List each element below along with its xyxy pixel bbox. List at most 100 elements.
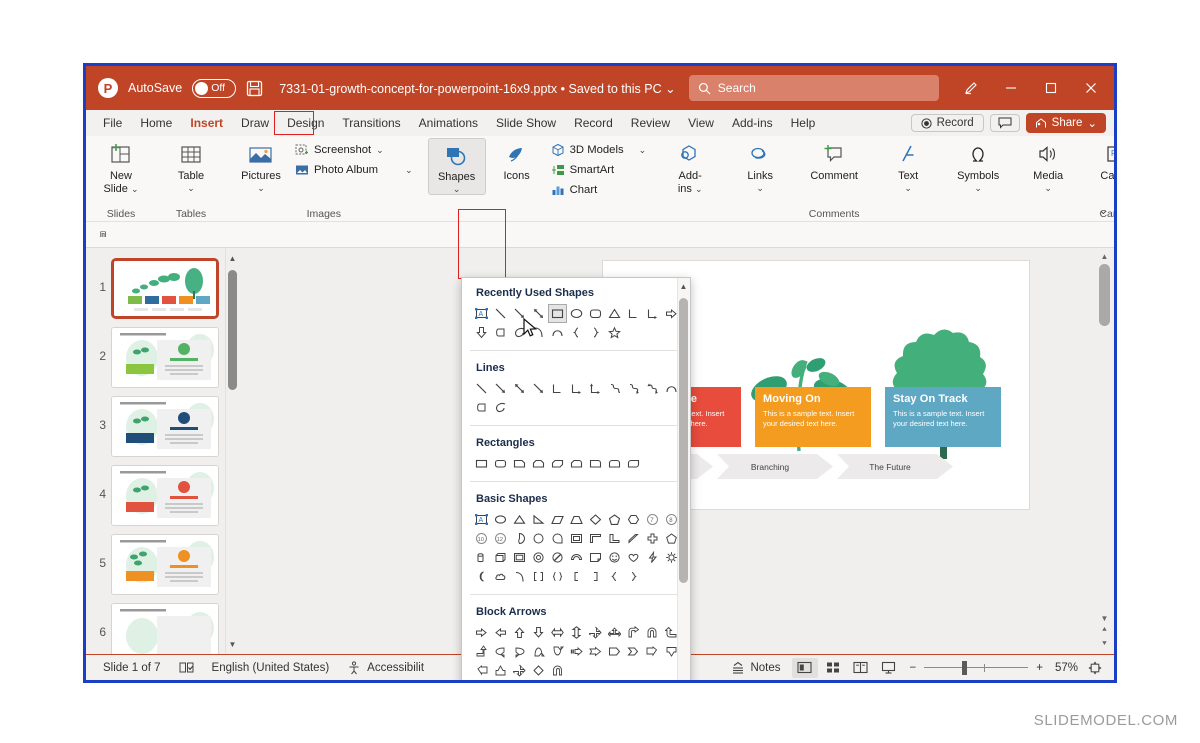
zoom-slider[interactable] (924, 661, 1028, 675)
shape-donut[interactable] (529, 548, 548, 567)
shape-right-brace[interactable] (624, 567, 643, 586)
shape-u-turn-arrow[interactable] (643, 623, 662, 642)
shape-left-arrow[interactable] (491, 623, 510, 642)
next-slide-icon[interactable]: ⯆ (1099, 638, 1110, 650)
save-disk-icon[interactable] (246, 80, 263, 97)
thumbnail-row[interactable]: 1 (86, 254, 238, 323)
shape-scribble[interactable] (510, 323, 529, 342)
slide-sorter-view-button[interactable] (820, 658, 846, 678)
shape-arc[interactable] (529, 323, 548, 342)
shape-round-diagonal-corner[interactable] (624, 454, 643, 473)
tab-help[interactable]: Help (782, 113, 825, 133)
zoom-out-button[interactable]: − (904, 662, 923, 674)
scroll-down-icon[interactable]: ▼ (1099, 612, 1110, 624)
shape-elbow-double-arrow-connector[interactable] (586, 379, 605, 398)
normal-view-button[interactable] (792, 658, 818, 678)
shape-can[interactable] (472, 548, 491, 567)
slide-thumbnail-1[interactable] (111, 258, 219, 319)
tab-view[interactable]: View (679, 113, 723, 133)
shape-rectangle[interactable] (548, 304, 567, 323)
shape-double-brace[interactable] (548, 567, 567, 586)
comment-button[interactable] (990, 114, 1020, 132)
shape-line[interactable] (472, 379, 491, 398)
tab-slide-show[interactable]: Slide Show (487, 113, 565, 133)
accessibility-button[interactable]: Accessibilit (338, 661, 433, 675)
symbols-button[interactable]: Symbols ⌄ (949, 138, 1007, 193)
fit-slide-button[interactable] (1084, 661, 1106, 675)
shape-left-brace[interactable] (567, 323, 586, 342)
shape-bent-arrow[interactable] (624, 623, 643, 642)
shape-isosceles-triangle[interactable] (605, 304, 624, 323)
close-button[interactable] (1072, 72, 1110, 104)
reading-view-button[interactable] (848, 658, 874, 678)
chevron-down-icon[interactable]: ⌄ (187, 183, 195, 193)
slider-handle[interactable] (962, 661, 967, 675)
zoom-in-button[interactable]: + (1030, 662, 1049, 674)
shape-quad-arrow[interactable] (586, 623, 605, 642)
shape-striped-right-arrow[interactable] (567, 642, 586, 661)
shape-left-right-arrow[interactable] (548, 623, 567, 642)
shape-hexagon[interactable] (624, 510, 643, 529)
shape-teardrop[interactable] (548, 529, 567, 548)
slide-thumbnail-6[interactable] (111, 603, 219, 654)
smartart-button[interactable]: SmartArt (548, 160, 650, 180)
shape-rectangle[interactable] (472, 454, 491, 473)
shape-left-bracket[interactable] (567, 567, 586, 586)
shape-connector-arrow[interactable] (529, 379, 548, 398)
shape-curved-connector[interactable] (605, 379, 624, 398)
shape-curved-up-arrow[interactable] (529, 642, 548, 661)
shape-heart[interactable] (624, 548, 643, 567)
shape-frame[interactable] (567, 529, 586, 548)
shape-arc[interactable] (510, 567, 529, 586)
shape-freeform[interactable] (472, 398, 491, 417)
thumbnail-row[interactable]: 3 (86, 392, 238, 461)
autosave-toggle[interactable]: Off (192, 79, 236, 98)
chevron-down-icon[interactable]: ⌄ (453, 184, 461, 194)
shape-diamond[interactable] (586, 510, 605, 529)
chevron-down-icon[interactable]: ⌄ (1044, 183, 1052, 193)
shape-curved-down-arrow[interactable] (548, 642, 567, 661)
tab-add-ins[interactable]: Add-ins (723, 113, 782, 133)
links-button[interactable]: Links ⌄ (731, 138, 789, 193)
shape-line-arrow[interactable] (491, 379, 510, 398)
tab-insert[interactable]: Insert (181, 113, 232, 133)
chevron-down-icon[interactable]: ⌄ (904, 183, 912, 193)
chevron-down-icon[interactable]: ⌄ (1087, 116, 1097, 130)
shape-rounded-rectangle[interactable] (491, 454, 510, 473)
document-title[interactable]: 7331-01-growth-concept-for-powerpoint-16… (279, 81, 675, 96)
shape-half-frame[interactable] (586, 529, 605, 548)
new-slide-button[interactable]: New Slide ⌄ (92, 138, 150, 196)
shape-snip-and-round-corner[interactable] (567, 454, 586, 473)
search-input[interactable]: Search (689, 75, 939, 101)
shape-scribble[interactable] (491, 398, 510, 417)
shape-bevel[interactable] (510, 548, 529, 567)
shape-lightning-bolt[interactable] (643, 548, 662, 567)
shape-down-arrow[interactable] (472, 323, 491, 342)
thumbnail-row[interactable]: 6 (86, 599, 238, 654)
shape-right-arrow-callout[interactable] (643, 642, 662, 661)
shape-block-arc[interactable] (567, 548, 586, 567)
shape-parallelogram[interactable] (548, 510, 567, 529)
cameo-button[interactable]: P Cameo (1089, 138, 1117, 182)
chevron-down-icon[interactable]: ⌄ (756, 183, 764, 193)
info-box-stay-on-track[interactable]: Stay On Track This is a sample text. Ins… (885, 387, 1001, 447)
shape-elbow-arrow-connector[interactable] (567, 379, 586, 398)
shape-right-bracket[interactable] (586, 567, 605, 586)
chevron-down-icon[interactable]: ⌄ (639, 145, 647, 156)
tab-design[interactable]: Design (278, 113, 333, 133)
shape-no-symbol[interactable] (548, 548, 567, 567)
scrollbar-thumb[interactable] (679, 298, 688, 583)
minimize-button[interactable] (992, 72, 1030, 104)
shape-diagonal-stripe[interactable] (624, 529, 643, 548)
shape-elbow-connector[interactable] (624, 304, 643, 323)
dropdown-scrollbar[interactable]: ▲ ▼ (677, 278, 690, 683)
shape-line-double-arrow[interactable] (529, 304, 548, 323)
shape-moon[interactable] (472, 567, 491, 586)
language-indicator[interactable]: English (United States) (203, 662, 339, 674)
shapes-button[interactable]: Shapes ⌄ (428, 138, 486, 195)
thumbnail-row[interactable]: 2 (86, 323, 238, 392)
shape-cloud[interactable] (491, 567, 510, 586)
shape-l-shape[interactable] (605, 529, 624, 548)
tab-transitions[interactable]: Transitions (333, 113, 409, 133)
shape-left-brace[interactable] (605, 567, 624, 586)
